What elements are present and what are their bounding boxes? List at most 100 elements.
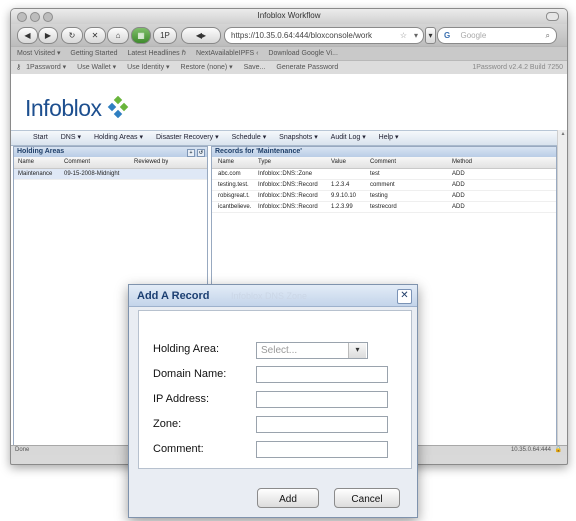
forward-button[interactable]: ▶ [38,27,58,44]
menu-schedule[interactable]: Schedule ▾ [232,134,267,141]
column-header-name[interactable]: Name [218,157,234,168]
menu-help[interactable]: Help ▾ [379,134,399,141]
logo-mark-icon [108,95,129,119]
bookmark-most-visited[interactable]: Most Visited ▾ [17,50,60,57]
status-host: 10.35.0.64:444 [510,447,551,453]
search-engine-icon[interactable]: G [438,31,450,40]
cell-type: Infoblox::DNS::Record [258,193,318,199]
bookmark-star-icon[interactable]: ☆ [400,28,407,43]
page-scrollbar[interactable]: ▴ [557,130,567,445]
add-button[interactable]: Add [257,488,319,508]
menu-holding-areas[interactable]: Holding Areas ▾ [94,134,143,141]
search-input[interactable]: Google [452,31,486,40]
table-row[interactable]: testing.test. Infoblox::DNS::Record 1.2.… [212,180,556,191]
cell-name: robisgreat.t. [218,193,250,199]
cell-method: ADD [452,182,465,188]
dialog-ghost-text: Infoblox DNS Zone [231,291,308,301]
title-bar: Infoblox Workflow [11,9,567,24]
cell-comment: testing [370,193,388,199]
zone-input[interactable] [256,416,388,433]
dialog-title: Add A Record [137,290,210,302]
column-header-name[interactable]: Name [18,157,34,168]
column-header-comment[interactable]: Comment [370,157,396,168]
cell-value: 9.9.10.10 [331,193,357,199]
column-header-type[interactable]: Type [258,157,271,168]
menu-snapshots[interactable]: Snapshots ▾ [279,134,318,141]
cell-comment: test [370,171,380,177]
onepassword-version: 1Password v2.4.2 Build 7250 [472,64,563,71]
column-header-method[interactable]: Method [452,157,472,168]
url-text: https://10.35.0.64:444/bloxconsole/work [231,31,372,40]
records-header: Records for 'Maintenance' [212,147,556,157]
window-title: Infoblox Workflow [257,11,321,20]
search-bar[interactable]: G Google ⌕ [437,27,557,44]
table-row[interactable]: robisgreat.t. Infoblox::DNS::Record 9.9.… [212,191,556,202]
bookmark-nextavailable[interactable]: NextAvailableIPFS ‹ [196,50,259,57]
page-scroll-up-icon[interactable]: ▴ [558,130,567,139]
cell-method: ADD [452,193,465,199]
onepassword-button[interactable]: 1P [153,27,177,44]
menu-audit-log[interactable]: Audit Log ▾ [331,134,366,141]
restore-menu[interactable]: Restore (none) ▾ [181,64,233,71]
holding-area-placeholder: Select... [261,345,298,356]
domain-name-input[interactable] [256,366,388,383]
domain-name-label: Domain Name: [153,368,227,380]
comment-input[interactable] [256,441,388,458]
records-title: Records for 'Maintenance' [215,148,302,155]
logo-text: Infoblox [25,95,102,121]
dialog-header: Add A Record Infoblox DNS Zone ✕ [129,285,417,307]
navigation-toolbar: ◀ ▶ ↻ ✕ ⌂ ▦ 1P ◀▸ https://10.35.0.64:444… [11,24,567,46]
holding-area-label: Holding Area: [153,343,220,355]
zone-label: Zone: [153,418,182,430]
password-toolbar: ⚷ 1Password ▾ Use Wallet ▾ Use Identity … [11,60,567,75]
table-row[interactable]: icantbelieve. Infoblox::DNS::Record 1.2.… [212,202,556,213]
comment-label: Comment: [153,443,204,455]
save-login-button[interactable]: Save... [244,64,266,71]
dialog-close-icon[interactable]: ✕ [397,289,412,304]
column-header-comment[interactable]: Comment [64,157,90,168]
toolbar-toggle-button[interactable] [546,12,559,21]
url-history-dropdown[interactable]: ▾ [425,27,436,44]
stop-button[interactable]: ✕ [84,27,106,44]
chevron-down-icon[interactable]: ▾ [348,343,366,358]
home-button[interactable]: ⌂ [107,27,129,44]
cell-comment: 09-15-2008-Midnight [64,171,120,177]
records-table-header: Name Type Value Comment Method [212,157,556,169]
table-row[interactable]: Maintenance 09-15-2008-Midnight [14,169,207,180]
use-identity-menu[interactable]: Use Identity ▾ [127,64,169,71]
holding-areas-header: Holding Areas + ↺ [14,147,207,157]
bookmark-getting-started[interactable]: Getting Started [70,50,117,57]
column-header-value[interactable]: Value [331,157,346,168]
cell-value: 1.2.3.4 [331,182,350,188]
bookmark-download-google[interactable]: Download Google Vi... [268,50,338,57]
use-wallet-menu[interactable]: Use Wallet ▾ [77,64,116,71]
cancel-button[interactable]: Cancel [334,488,400,508]
menu-start[interactable]: Start [33,134,48,141]
bookmarks-toolbar: Most Visited ▾ Getting Started Latest He… [11,46,567,60]
cell-type: Infoblox::DNS::Record [258,204,318,210]
onepassword-menu[interactable]: 1Password ▾ [26,64,66,71]
cell-value: 1.2.3.99 [331,204,353,210]
dialog-form: Holding Area: Select... ▾ Domain Name: I… [138,310,412,469]
site-identity-button[interactable]: ◀▸ [181,27,221,44]
onepassword-key-icon: ⚷ [16,64,22,71]
add-a-record-dialog: Add A Record Infoblox DNS Zone ✕ Holding… [128,284,418,518]
extension-icon[interactable]: ▦ [131,27,151,44]
padlock-icon[interactable]: 🔒 [555,446,562,455]
url-dropdown-icon[interactable]: ▾ [414,28,418,43]
menu-disaster-recovery[interactable]: Disaster Recovery ▾ [156,134,219,141]
table-row[interactable]: abc.com Infoblox::DNS::Zone test ADD [212,169,556,180]
search-icon[interactable]: ⌕ [546,28,550,43]
url-bar[interactable]: https://10.35.0.64:444/bloxconsole/work … [224,27,424,44]
ip-address-input[interactable] [256,391,388,408]
generate-password-button[interactable]: Generate Password [276,64,338,71]
bookmark-latest-headlines[interactable]: Latest Headlines ℏ [127,50,186,57]
back-button[interactable]: ◀ [17,27,38,44]
add-holding-area-button[interactable]: + [187,149,195,157]
refresh-holding-areas-button[interactable]: ↺ [197,149,205,157]
menu-dns[interactable]: DNS ▾ [61,134,81,141]
app-menu-bar: Start DNS ▾ Holding Areas ▾ Disaster Rec… [11,130,557,146]
cell-comment: comment [370,182,395,188]
column-header-reviewed-by[interactable]: Reviewed by [134,157,168,168]
reload-button[interactable]: ↻ [61,27,83,44]
